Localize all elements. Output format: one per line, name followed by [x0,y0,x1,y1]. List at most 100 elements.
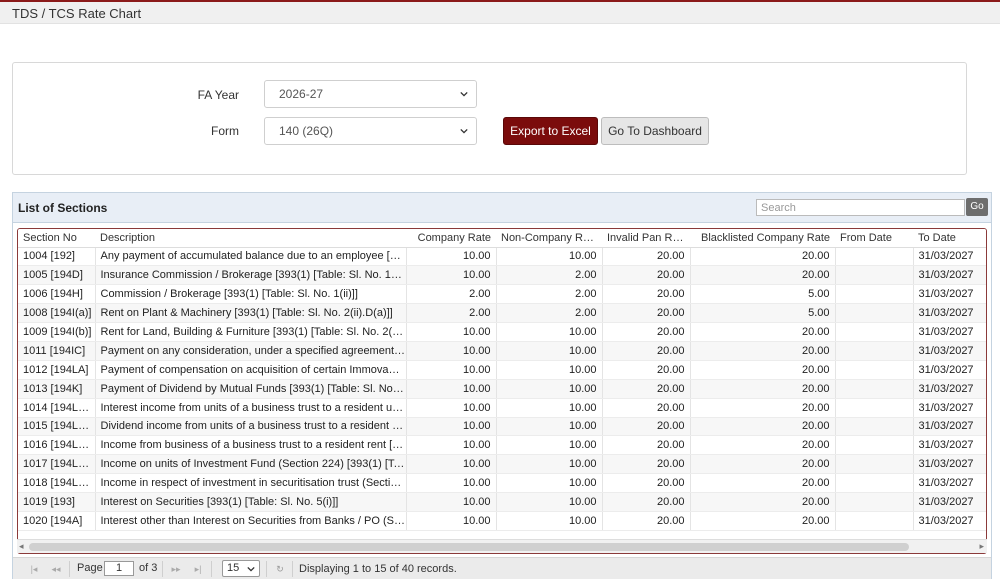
search-input[interactable]: Search [756,199,965,216]
table-cell [835,492,914,512]
table-cell: 31/03/2027 [913,511,986,531]
table-row[interactable]: 1014 [194LBA] Interest income from units … [18,398,986,418]
table-cell: 20.00 [602,322,691,342]
table-cell: 5.00 [690,303,836,324]
table-row[interactable]: 1013 [194K] Payment of Dividend by Mutual… [18,379,986,399]
table-cell [835,265,914,286]
table-cell: 10.00 [496,398,603,418]
table-row[interactable]: 1017 [194LBB] Income on units of Investme… [18,454,986,475]
table-cell: 2.00 [406,303,497,324]
table-row[interactable]: 1011 [194IC] Payment on any consideration… [18,341,986,361]
column-header-non-company-rate[interactable]: Non-Company Rate [496,229,602,248]
horizontal-scrollbar[interactable]: ◂ ▸ [17,539,987,553]
table-cell [835,454,914,475]
next-page-icon[interactable]: ▸▸ [169,563,183,575]
table-row[interactable]: 1005 [194D] Insurance Commission / Broker… [18,265,986,286]
table-cell: 31/03/2027 [913,435,986,456]
table-cell: 10.00 [496,341,603,361]
column-header-invalid-pan-rate[interactable]: Invalid Pan Rate [602,229,690,248]
table-cell: 1018 [194LBC] [18,473,96,494]
table-cell: 10.00 [406,398,497,418]
scroll-right-icon[interactable]: ▸ [979,541,984,552]
table-row[interactable]: 1016 [194LB... Income from business of a … [18,435,986,456]
table-cell [835,417,914,437]
pager-divider [211,561,212,577]
table-cell: 10.00 [406,511,497,531]
table-cell: 1004 [192] [18,247,96,267]
last-page-icon[interactable]: ▸| [191,563,205,575]
chevron-down-icon [460,91,468,97]
page-number-input[interactable]: 1 [104,561,134,576]
table-row[interactable]: 1019 [193] Interest on Securities [393(1)… [18,492,986,512]
table-row[interactable]: 1009 [194I(b)] Rent for Land, Building & … [18,322,986,342]
table-cell: 2.00 [496,265,603,286]
table-cell: 10.00 [406,417,497,437]
table-row[interactable]: 1004 [192] Any payment of accumulated bal… [18,247,986,267]
go-to-dashboard-button[interactable]: Go To Dashboard [601,117,709,145]
column-header-from-date[interactable]: From Date [835,229,913,248]
table-cell: 10.00 [496,360,603,380]
table-cell: 20.00 [690,322,836,342]
table-cell: 20.00 [602,417,691,437]
table-row[interactable]: 1020 [194A] Interest other than Interest … [18,511,986,531]
table-cell: 31/03/2027 [913,454,986,475]
table-cell [835,247,914,267]
records-status: Displaying 1 to 15 of 40 records. [299,563,457,575]
table-cell [835,322,914,342]
table-cell: Income on units of Investment Fund (Sect… [95,454,407,475]
table-row[interactable]: 1015 [194LBA] Dividend income from units … [18,417,986,437]
table-cell: Payment of compensation on acquisition o… [95,360,407,380]
table-cell: 10.00 [406,265,497,286]
table-row[interactable]: 1008 [194I(a)] Rent on Plant & Machinery … [18,303,986,324]
table-cell: 20.00 [602,379,691,399]
table-cell: Rent on Plant & Machinery [393(1) [Table… [95,303,407,324]
grid-title: List of Sections [18,201,108,215]
table-cell [835,341,914,361]
table-row[interactable]: 1018 [194LBC] Income in respect of invest… [18,473,986,494]
scroll-left-icon[interactable]: ◂ [19,541,24,552]
table-cell: 20.00 [690,247,836,267]
table-cell: 31/03/2027 [913,360,986,380]
page-size-select[interactable]: 15 [222,560,260,577]
prev-page-icon[interactable]: ◂◂ [49,563,63,575]
column-header-to-date[interactable]: To Date [913,229,986,248]
table-cell: 10.00 [496,473,603,494]
table-cell: 20.00 [602,265,691,286]
table-cell: Interest other than Interest on Securiti… [95,511,407,531]
table-cell: 31/03/2027 [913,379,986,399]
table-cell: 1011 [194IC] [18,341,96,361]
first-page-icon[interactable]: |◂ [27,563,41,575]
table-cell: 10.00 [406,435,497,456]
table-cell: 1005 [194D] [18,265,96,286]
table-cell: 10.00 [496,417,603,437]
table-cell: 20.00 [602,303,691,324]
fa-year-value: 2026-27 [279,87,324,101]
table-cell: 31/03/2027 [913,492,986,512]
fa-year-select[interactable]: 2026-27 [264,80,477,108]
table-cell: 20.00 [690,473,836,494]
column-header-section-no[interactable]: Section No [18,229,95,248]
table-cell: Commission / Brokerage [393(1) [Table: S… [95,284,407,305]
page-count-label: of 3 [139,562,158,574]
pager-divider [69,561,70,577]
page-title-bar: TDS / TCS Rate Chart [0,2,1000,24]
table-cell: 31/03/2027 [913,322,986,342]
column-header-company-rate[interactable]: Company Rate [406,229,496,248]
go-button[interactable]: Go [966,198,988,216]
form-select[interactable]: 140 (26Q) [264,117,477,145]
grid-header: List of Sections Search Go [13,193,991,223]
table-row[interactable]: 1012 [194LA] Payment of compensation on a… [18,360,986,380]
column-header-blacklisted-company-rate[interactable]: Blacklisted Company Rate [690,229,835,248]
page-title: TDS / TCS Rate Chart [12,6,142,21]
scrollbar-thumb[interactable] [29,543,909,551]
refresh-icon[interactable]: ↻ [273,563,287,575]
column-header-description[interactable]: Description [95,229,406,248]
chevron-down-icon [247,566,255,572]
pagination-bar: |◂ ◂◂ Page 1 of 3 ▸▸ ▸| 15 ↻ Displaying … [13,557,991,579]
export-to-excel-button[interactable]: Export to Excel [503,117,598,145]
table-cell [835,473,914,494]
table-cell: 1009 [194I(b)] [18,322,96,342]
table-row[interactable]: 1006 [194H] Commission / Brokerage [393(1… [18,284,986,305]
table-cell: 31/03/2027 [913,417,986,437]
table-cell [835,284,914,305]
